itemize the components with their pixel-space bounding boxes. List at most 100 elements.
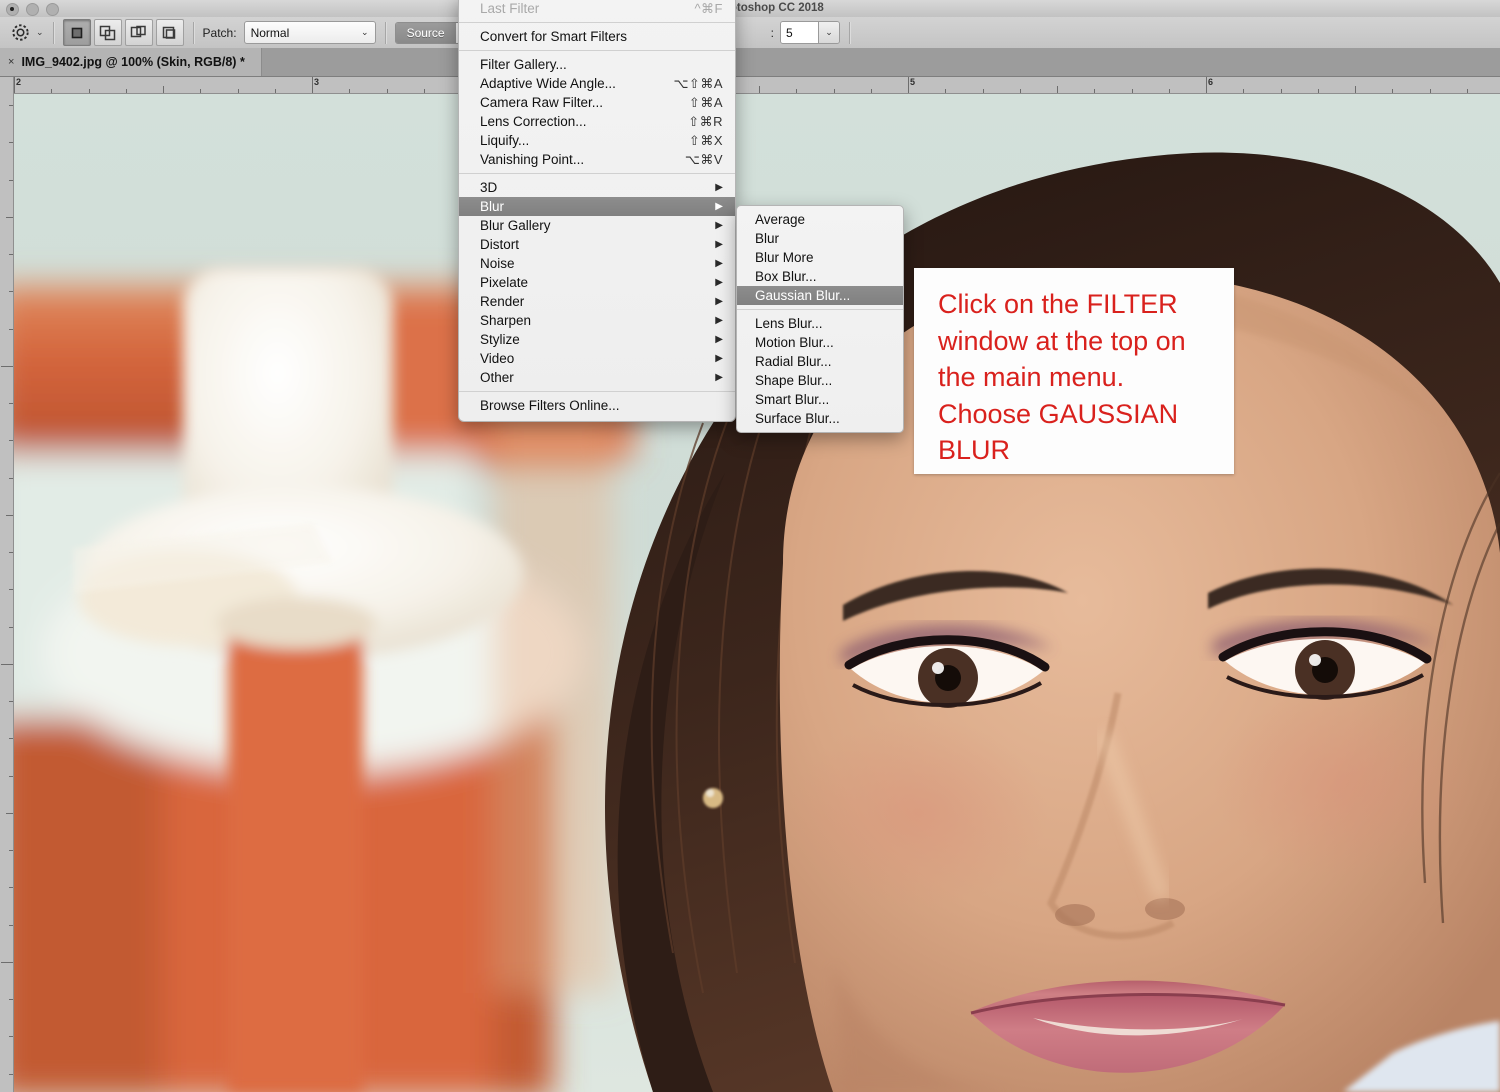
filter-menu-item[interactable]: Stylize▶: [459, 330, 735, 349]
filter-menu-item[interactable]: Vanishing Point...⌥⌘V: [459, 150, 735, 169]
ruler-tick: [908, 77, 909, 93]
ruler-tick: [1355, 86, 1356, 93]
filter-menu-item[interactable]: Browse Filters Online...: [459, 396, 735, 415]
new-selection-button[interactable]: [63, 19, 91, 46]
menu-separator: [459, 50, 735, 51]
blur-submenu-item[interactable]: Motion Blur...: [737, 333, 903, 352]
blur-submenu-item[interactable]: Blur: [737, 229, 903, 248]
menu-item-label: Video: [480, 351, 514, 366]
submenu-arrow-icon: ▶: [715, 182, 723, 193]
filter-menu-item[interactable]: Lens Correction... ⇧⌘R: [459, 112, 735, 131]
blur-submenu-item[interactable]: Smart Blur...: [737, 390, 903, 409]
submenu-arrow-icon: ▶: [715, 201, 723, 212]
ruler-tick: [349, 89, 350, 93]
squares-subtract-icon: [130, 25, 148, 41]
ruler-tick: [9, 105, 13, 106]
ruler-tick: [9, 142, 13, 143]
ruler-tick: [1094, 89, 1095, 93]
submenu-arrow-icon: ▶: [715, 220, 723, 231]
ruler-tick: [9, 887, 13, 888]
blur-submenu-item[interactable]: Box Blur...: [737, 267, 903, 286]
menu-item-label: Convert for Smart Filters: [480, 29, 627, 44]
ruler-tick: [200, 89, 201, 93]
ruler-label: 3: [314, 77, 319, 87]
filter-menu-item[interactable]: Camera Raw Filter...⇧⌘A: [459, 93, 735, 112]
menu-item-label: 3D: [480, 180, 497, 195]
menu-item-shortcut: ⌥⇧⌘A: [673, 76, 723, 92]
filter-menu-item[interactable]: Noise ▶: [459, 254, 735, 273]
diffusion-stepper[interactable]: 5 ⌄: [780, 21, 840, 44]
blur-submenu-item[interactable]: Blur More: [737, 248, 903, 267]
diffusion-value[interactable]: 5: [781, 22, 818, 43]
ruler-tick: [9, 440, 13, 441]
patch-source-button[interactable]: Source: [396, 23, 456, 43]
vertical-ruler[interactable]: [0, 76, 14, 1092]
active-tool-preset[interactable]: ⌄: [9, 21, 44, 44]
close-icon[interactable]: ×: [8, 56, 14, 68]
blur-submenu-item[interactable]: Shape Blur...: [737, 371, 903, 390]
squares-union-icon: [99, 25, 117, 41]
blur-submenu[interactable]: AverageBlurBlur MoreBox Blur...Gaussian …: [736, 205, 904, 433]
ruler-tick: [9, 1036, 13, 1037]
subtract-from-selection-button[interactable]: [125, 19, 153, 46]
menu-item-label: Liquify...: [480, 133, 529, 148]
filter-menu[interactable]: Last Filter^⌘F Convert for Smart Filters F…: [458, 0, 736, 422]
filter-menu-item[interactable]: Filter Gallery...: [459, 55, 735, 74]
blur-submenu-item[interactable]: Gaussian Blur...: [737, 286, 903, 305]
filter-menu-item[interactable]: Video▶: [459, 349, 735, 368]
chevron-down-icon[interactable]: ⌄: [36, 27, 44, 38]
submenu-arrow-icon: ▶: [715, 277, 723, 288]
menu-item-label: Lens Correction...: [480, 114, 587, 129]
divider: [193, 22, 194, 44]
blur-submenu-item[interactable]: Surface Blur...: [737, 409, 903, 428]
menu-item-label: Last Filter: [480, 1, 539, 16]
annotation-line: window at the top on: [938, 323, 1218, 360]
ruler-tick: [945, 89, 946, 93]
menu-separator: [459, 22, 735, 23]
ruler-tick: [9, 589, 13, 590]
patch-mode-select[interactable]: Normal ⌄: [244, 21, 376, 44]
horizontal-ruler[interactable]: 2356: [0, 76, 1500, 94]
menu-item-label: Render: [480, 294, 524, 309]
intersect-selection-button[interactable]: [156, 19, 184, 46]
filter-menu-item[interactable]: Liquify...⇧⌘X: [459, 131, 735, 150]
submenu-arrow-icon: ▶: [715, 372, 723, 383]
ruler-tick: [871, 89, 872, 93]
ruler-tick: [1132, 89, 1133, 93]
filter-menu-item: Last Filter^⌘F: [459, 0, 735, 18]
ruler-tick: [14, 77, 15, 93]
ruler-tick: [834, 89, 835, 93]
divider: [849, 22, 850, 44]
add-to-selection-button[interactable]: [94, 19, 122, 46]
ruler-tick: [1467, 89, 1468, 93]
blur-submenu-item[interactable]: Average: [737, 210, 903, 229]
chevron-down-icon: ⌄: [361, 27, 369, 38]
filter-menu-item[interactable]: Adaptive Wide Angle...⌥⇧⌘A: [459, 74, 735, 93]
square-icon: [69, 25, 85, 41]
app-title: Adobe Photoshop CC 2018: [0, 0, 1500, 17]
menu-item-label: Noise: [480, 256, 515, 271]
ruler-tick: [759, 86, 760, 93]
ruler-tick: [9, 850, 13, 851]
filter-menu-item[interactable]: Pixelate▶: [459, 273, 735, 292]
ruler-tick: [983, 89, 984, 93]
submenu-arrow-icon: ▶: [715, 239, 723, 250]
ruler-tick: [9, 925, 13, 926]
filter-menu-item[interactable]: Blur Gallery▶: [459, 216, 735, 235]
ruler-label: 2: [16, 77, 21, 87]
submenu-arrow-icon: ▶: [715, 258, 723, 269]
filter-menu-item[interactable]: Convert for Smart Filters: [459, 27, 735, 46]
menu-item-shortcut: ⇧⌘R: [688, 114, 723, 130]
blur-submenu-item[interactable]: Radial Blur...: [737, 352, 903, 371]
ruler-tick: [163, 86, 164, 93]
document-tab[interactable]: × IMG_9402.jpg @ 100% (Skin, RGB/8) *: [0, 48, 262, 76]
filter-menu-item[interactable]: Distort▶: [459, 235, 735, 254]
filter-menu-item[interactable]: Blur▶: [459, 197, 735, 216]
filter-menu-item[interactable]: Render ▶: [459, 292, 735, 311]
filter-menu-item[interactable]: 3D ▶: [459, 178, 735, 197]
blur-submenu-item[interactable]: Lens Blur...: [737, 314, 903, 333]
filter-menu-item[interactable]: Sharpen▶: [459, 311, 735, 330]
chevron-down-icon[interactable]: ⌄: [818, 22, 839, 43]
filter-menu-item[interactable]: Other▶: [459, 368, 735, 387]
submenu-arrow-icon: ▶: [715, 296, 723, 307]
